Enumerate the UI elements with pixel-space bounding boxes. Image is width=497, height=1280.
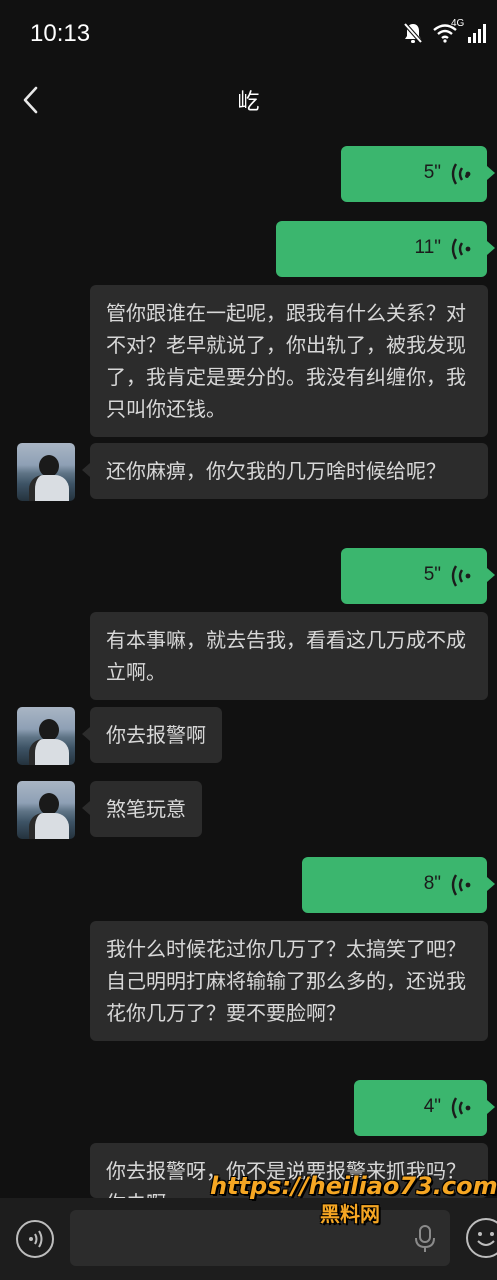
text-message-bubble[interactable]: 你去报警啊	[82, 707, 222, 763]
status-bar: 10:13 4G	[0, 0, 497, 70]
voice-duration: 5"	[423, 162, 441, 183]
chat-header: 屹	[0, 70, 497, 130]
wifi-icon	[433, 24, 457, 43]
voice-wave-icon	[451, 163, 471, 185]
bell-muted-icon	[403, 22, 423, 44]
voice-toggle-icon	[29, 1230, 43, 1248]
voice-wave-icon	[451, 238, 471, 260]
emoji-icon	[477, 1232, 495, 1246]
emoji-button[interactable]	[466, 1218, 497, 1258]
voice-duration: 11"	[414, 237, 441, 258]
voice-wave-icon	[451, 565, 471, 587]
text-message-bubble[interactable]: 你去报警呀，你不是说要报警来抓我吗？你去啊	[90, 1143, 488, 1198]
text-message-bubble[interactable]: 我什么时候花过你几万了？太搞笑了吧？自己明明打麻将输输了那么多的，还说我花你几万…	[90, 921, 488, 1041]
message-input[interactable]	[70, 1210, 450, 1266]
text-message-bubble[interactable]: 有本事嘛，就去告我，看看这几万成不成立啊。	[90, 612, 488, 700]
input-bar	[0, 1198, 497, 1280]
text-message-bubble[interactable]: 还你麻痹，你欠我的几万啥时候给呢？	[82, 443, 488, 499]
voice-message-bubble[interactable]: 4"	[354, 1080, 495, 1136]
voice-duration: 5"	[423, 564, 441, 585]
text-message-bubble[interactable]: 管你跟谁在一起呢，跟我有什么关系？对不对？老早就说了，你出轨了，被我发现了，我肯…	[90, 285, 488, 437]
voice-message-bubble[interactable]: 8"	[302, 857, 495, 913]
voice-message-bubble[interactable]: 5"	[341, 146, 495, 202]
voice-duration: 4"	[423, 1096, 441, 1117]
voice-wave-icon	[451, 1097, 471, 1119]
text-message-bubble[interactable]: 煞笔玩意	[82, 781, 202, 837]
mic-icon[interactable]	[414, 1224, 436, 1254]
chat-title: 屹	[237, 90, 260, 115]
status-icons	[403, 22, 489, 44]
contact-avatar[interactable]	[17, 707, 75, 765]
voice-duration: 8"	[423, 873, 441, 894]
signal-icon	[468, 24, 486, 43]
voice-wave-icon	[451, 874, 471, 896]
voice-message-bubble[interactable]: 5"	[341, 548, 495, 604]
voice-toggle-button[interactable]	[16, 1220, 54, 1258]
status-time: 10:13	[30, 20, 91, 47]
contact-avatar[interactable]	[17, 443, 75, 501]
contact-avatar[interactable]	[17, 781, 75, 839]
voice-message-bubble[interactable]: 11"	[276, 221, 495, 277]
